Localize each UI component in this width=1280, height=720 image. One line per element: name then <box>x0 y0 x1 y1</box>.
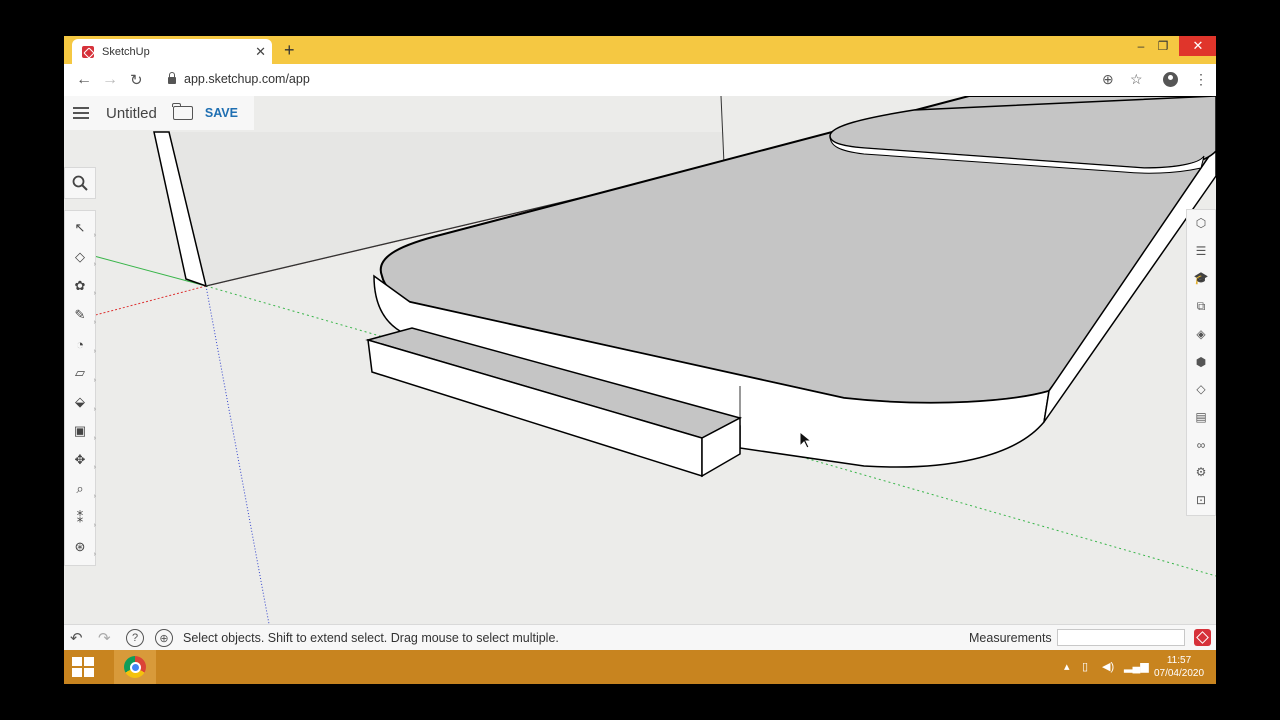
rectangle-icon[interactable]: ▱ <box>71 364 96 384</box>
undo-icon[interactable]: ↶ <box>70 629 83 647</box>
profile-avatar-icon[interactable] <box>1163 72 1178 87</box>
instructor-icon[interactable]: 🎓 <box>1193 270 1209 286</box>
back-arrow-icon[interactable]: ← <box>76 71 92 89</box>
display-icon[interactable]: ∞ <box>1193 437 1209 453</box>
sketchup-favicon-icon <box>82 45 94 58</box>
measurements-input[interactable] <box>1057 629 1185 646</box>
search-button[interactable] <box>64 167 96 199</box>
browser-tab-strip: SketchUp ✕ + – ❐ ✕ <box>64 36 1216 64</box>
tags-icon[interactable]: ◇ <box>1193 381 1209 397</box>
tab-title: SketchUp <box>102 45 150 58</box>
right-panel-toolbar: ⬡ ☰ 🎓 ⧉ ◈ ⬢ ◇ ▤ ∞ ⚙ ⊡ <box>1186 209 1216 516</box>
3d-viewport[interactable] <box>64 96 1216 624</box>
window-close-button[interactable]: ✕ <box>1179 36 1216 56</box>
url-text: app.sketchup.com/app <box>184 72 310 86</box>
chrome-icon <box>124 656 146 678</box>
clock-time: 11:57 <box>1166 655 1192 666</box>
forward-arrow-icon[interactable]: → <box>102 71 118 89</box>
pencil-icon[interactable]: ✎ <box>71 306 96 326</box>
tray-device-icon[interactable]: ▯ <box>1082 660 1088 673</box>
status-hint: Select objects. Shift to extend select. … <box>183 631 559 645</box>
status-bar: ↶ ↷ ? ⊕ Select objects. Shift to extend … <box>64 624 1216 651</box>
select-icon[interactable]: ↖ <box>71 219 96 239</box>
help-icon[interactable]: ? <box>126 629 144 647</box>
window-minimize-button[interactable]: – <box>1132 36 1150 56</box>
bookmark-star-icon[interactable]: ☆ <box>1130 71 1143 88</box>
push-pull-icon[interactable]: ⬙ <box>71 393 96 413</box>
sketchup-logo-icon[interactable] <box>1194 629 1211 646</box>
clock-date: 07/04/2020 <box>1153 668 1205 679</box>
model-canvas <box>83 96 1216 624</box>
entity-info-icon[interactable]: ⬡ <box>1193 215 1209 231</box>
orbit-icon[interactable]: ⊛ <box>71 538 96 558</box>
red-axis-dashed <box>83 285 207 319</box>
browser-menu-icon[interactable]: ⋮ <box>1194 71 1208 88</box>
export-icon[interactable]: ⊡ <box>1193 492 1209 508</box>
app-header: Untitled SAVE <box>64 96 254 130</box>
solar-icon[interactable]: ⚙ <box>1193 464 1209 480</box>
lock-icon <box>168 71 176 84</box>
chrome-taskbar-button[interactable] <box>114 650 156 684</box>
search-icon <box>72 175 88 191</box>
windows-start-icon[interactable] <box>72 657 94 677</box>
outliner-icon[interactable]: ☰ <box>1193 243 1209 259</box>
save-button[interactable]: SAVE <box>205 106 238 120</box>
materials-icon[interactable]: ◈ <box>1193 326 1209 342</box>
screen: SketchUp ✕ + – ❐ ✕ ← → ↻ app.sketchup.co… <box>64 36 1216 684</box>
paint-bucket-icon[interactable]: ✿ <box>71 277 96 297</box>
eraser-icon[interactable]: ◇ <box>71 248 96 268</box>
globe-icon[interactable]: ⊕ <box>155 629 173 647</box>
styles-icon[interactable]: ⬢ <box>1193 354 1209 370</box>
redo-icon[interactable]: ↷ <box>98 629 111 647</box>
taskbar: ▴ ▯ ◀) ▂▄▆ 11:57 07/04/2020 <box>64 650 1216 684</box>
blue-axis <box>205 285 270 624</box>
arc-icon[interactable]: ◔ <box>71 335 96 356</box>
tape-measure-icon[interactable]: ⌕ <box>71 480 96 500</box>
open-folder-icon[interactable] <box>171 103 193 120</box>
measurements-label: Measurements <box>969 631 1052 645</box>
browser-tab[interactable]: SketchUp ✕ <box>72 39 272 64</box>
components-icon[interactable]: ⧉ <box>1193 298 1209 314</box>
tray-chevron-icon[interactable]: ▴ <box>1064 660 1070 673</box>
menu-hamburger-icon[interactable] <box>73 107 89 119</box>
window-restore-button[interactable]: ❐ <box>1154 36 1172 56</box>
left-toolbar: ↖ ◇ ✿ ✎ ◔ ▱ ⬙ ▣ ✥ ⌕ ⁑ ⊛ <box>64 210 96 566</box>
offset-icon[interactable]: ▣ <box>71 422 96 442</box>
url-field[interactable]: app.sketchup.com/app <box>168 71 310 86</box>
address-bar: ← → ↻ app.sketchup.com/app ⊕ ☆ ⋮ <box>64 64 1216 97</box>
document-title[interactable]: Untitled <box>106 105 157 122</box>
move-icon[interactable]: ✥ <box>71 451 96 471</box>
add-icon[interactable]: ⊕ <box>1102 71 1114 88</box>
reload-icon[interactable]: ↻ <box>130 71 143 89</box>
walk-icon[interactable]: ⁑ <box>71 509 96 529</box>
mouse-cursor-icon <box>799 431 813 449</box>
scenes-icon[interactable]: ▤ <box>1193 409 1209 425</box>
new-tab-button[interactable]: + <box>284 40 295 61</box>
volume-icon[interactable]: ◀) <box>1102 660 1114 673</box>
tab-close-icon[interactable]: ✕ <box>255 44 266 60</box>
taskbar-clock[interactable]: 11:57 07/04/2020 <box>1144 654 1214 680</box>
